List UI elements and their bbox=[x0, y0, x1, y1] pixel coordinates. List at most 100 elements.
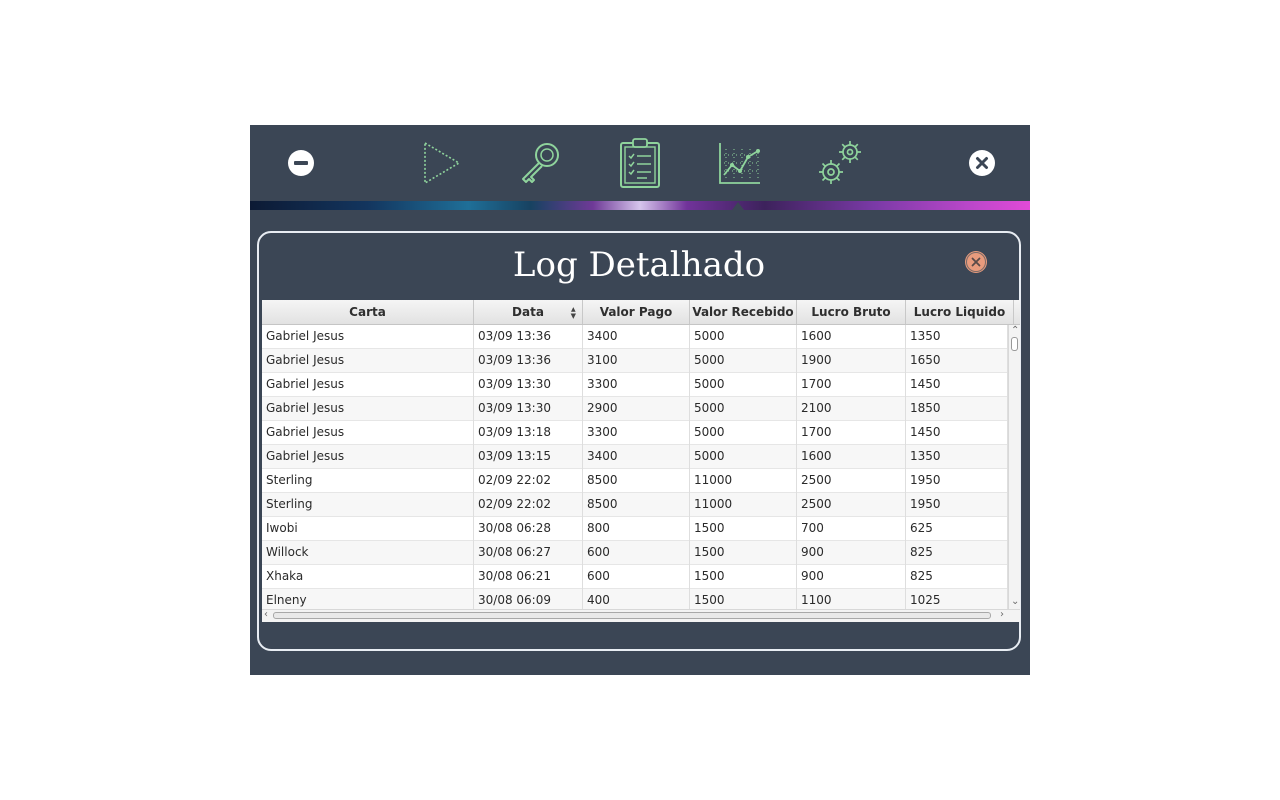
chart-icon bbox=[719, 143, 760, 184]
table-row[interactable]: Gabriel Jesus 03/09 13:30 2900 5000 2100 1850 bbox=[262, 397, 1008, 421]
minimize-button[interactable] bbox=[288, 150, 314, 176]
table-cell: Elneny bbox=[262, 589, 474, 609]
table-cell: 02/09 22:02 bbox=[474, 493, 583, 517]
table-row[interactable]: Gabriel Jesus 03/09 13:36 3400 5000 1600 1350 bbox=[262, 325, 1008, 349]
table-cell: Gabriel Jesus bbox=[262, 325, 474, 349]
table-cell: 900 bbox=[797, 541, 906, 565]
settings-button[interactable] bbox=[815, 137, 865, 189]
table-cell: 800 bbox=[583, 517, 690, 541]
table-row[interactable]: Gabriel Jesus 03/09 13:18 3300 5000 1700 1450 bbox=[262, 421, 1008, 445]
table-cell: 11000 bbox=[690, 493, 797, 517]
column-header[interactable]: Valor Pago bbox=[583, 300, 690, 324]
active-tab-indicator bbox=[732, 202, 744, 210]
table-row[interactable]: Willock 30/08 06:27 600 1500 900 825 bbox=[262, 541, 1008, 565]
table-cell: 30/08 06:21 bbox=[474, 565, 583, 589]
key-button[interactable] bbox=[515, 137, 565, 189]
table-row[interactable]: Iwobi 30/08 06:28 800 1500 700 625 bbox=[262, 517, 1008, 541]
scroll-up-icon[interactable]: ⌃ bbox=[1011, 326, 1019, 336]
table-cell: 30/08 06:27 bbox=[474, 541, 583, 565]
scroll-right-icon[interactable]: › bbox=[1000, 610, 1004, 620]
table-cell: Gabriel Jesus bbox=[262, 445, 474, 469]
table-cell: 8500 bbox=[583, 469, 690, 493]
table-cell: 1700 bbox=[797, 373, 906, 397]
column-header-label: Valor Pago bbox=[599, 305, 673, 319]
table-cell: 1450 bbox=[906, 421, 1008, 445]
table-cell: 600 bbox=[583, 541, 690, 565]
table-cell: 11000 bbox=[690, 469, 797, 493]
table-row[interactable]: Sterling 02/09 22:02 8500 11000 2500 1950 bbox=[262, 493, 1008, 517]
table-cell: 03/09 13:30 bbox=[474, 373, 583, 397]
table-cell: 03/09 13:15 bbox=[474, 445, 583, 469]
table-cell: 30/08 06:28 bbox=[474, 517, 583, 541]
table-header: Carta Data ▲ ▼ Valor Pago Valor Recebido Lucro… bbox=[262, 300, 1020, 325]
table-cell: 825 bbox=[906, 541, 1008, 565]
table-row[interactable]: Gabriel Jesus 03/09 13:15 3400 5000 1600 1350 bbox=[262, 445, 1008, 469]
log-table: Carta Data ▲ ▼ Valor Pago Valor Recebido Lucro… bbox=[262, 300, 1020, 622]
column-header[interactable]: Lucro Liquido bbox=[906, 300, 1014, 324]
scroll-left-icon[interactable]: ‹ bbox=[264, 610, 268, 620]
table-cell: 1950 bbox=[906, 469, 1008, 493]
table-cell: 5000 bbox=[690, 325, 797, 349]
table-cell: 825 bbox=[906, 565, 1008, 589]
column-header[interactable]: Valor Recebido bbox=[690, 300, 797, 324]
vertical-scrollbar[interactable]: ⌃ ⌄ bbox=[1008, 325, 1020, 609]
settings-gears-icon bbox=[819, 141, 861, 184]
stats-button[interactable] bbox=[715, 137, 765, 189]
table-cell: 1500 bbox=[690, 541, 797, 565]
horizontal-scrollbar[interactable]: ‹ › bbox=[262, 609, 1020, 622]
table-cell: 1500 bbox=[690, 565, 797, 589]
sort-icon: ▲ ▼ bbox=[570, 306, 576, 320]
table-row[interactable]: Xhaka 30/08 06:21 600 1500 900 825 bbox=[262, 565, 1008, 589]
table-row[interactable]: Gabriel Jesus 03/09 13:30 3300 5000 1700 1450 bbox=[262, 373, 1008, 397]
table-row[interactable]: Sterling 02/09 22:02 8500 11000 2500 1950 bbox=[262, 469, 1008, 493]
table-row[interactable]: Gabriel Jesus 03/09 13:36 3100 5000 1900 1650 bbox=[262, 349, 1008, 373]
log-button[interactable] bbox=[615, 137, 665, 189]
column-header[interactable]: Carta bbox=[262, 300, 474, 324]
table-cell: 3300 bbox=[583, 421, 690, 445]
table-cell: Xhaka bbox=[262, 565, 474, 589]
table-cell: 1500 bbox=[690, 517, 797, 541]
panel-title: Log Detalhado bbox=[512, 245, 766, 285]
table-cell: 3400 bbox=[583, 325, 690, 349]
app-window: Log Detalhado Carta Data ▲ ▼ Valor Pago Valor… bbox=[250, 125, 1030, 675]
table-cell: Gabriel Jesus bbox=[262, 349, 474, 373]
table-cell: 1850 bbox=[906, 397, 1008, 421]
table-cell: 1600 bbox=[797, 325, 906, 349]
toolbar bbox=[250, 125, 1030, 201]
table-cell: 5000 bbox=[690, 349, 797, 373]
table-body: Gabriel Jesus 03/09 13:36 3400 5000 1600 1350… bbox=[262, 325, 1008, 609]
play-button[interactable] bbox=[416, 137, 466, 189]
table-cell: 900 bbox=[797, 565, 906, 589]
table-cell: 3100 bbox=[583, 349, 690, 373]
close-icon bbox=[966, 252, 986, 272]
table-cell: 5000 bbox=[690, 421, 797, 445]
table-cell: 2100 bbox=[797, 397, 906, 421]
table-cell: Iwobi bbox=[262, 517, 474, 541]
table-cell: 5000 bbox=[690, 373, 797, 397]
table-cell: 2900 bbox=[583, 397, 690, 421]
close-icon bbox=[976, 157, 988, 169]
clipboard-log-icon bbox=[620, 138, 660, 188]
table-cell: 700 bbox=[797, 517, 906, 541]
log-panel: Log Detalhado Carta Data ▲ ▼ Valor Pago Valor… bbox=[257, 231, 1021, 651]
column-header[interactable]: Lucro Bruto bbox=[797, 300, 906, 324]
scroll-down-icon[interactable]: ⌄ bbox=[1011, 597, 1019, 607]
table-cell: 3300 bbox=[583, 373, 690, 397]
table-cell: 2500 bbox=[797, 493, 906, 517]
table-row[interactable]: Elneny 30/08 06:09 400 1500 1100 1025 bbox=[262, 589, 1008, 609]
table-cell: 400 bbox=[583, 589, 690, 609]
table-cell: 1350 bbox=[906, 445, 1008, 469]
vertical-scroll-thumb[interactable] bbox=[1011, 337, 1018, 351]
column-header-label: Valor Recebido bbox=[692, 305, 794, 319]
table-cell: 02/09 22:02 bbox=[474, 469, 583, 493]
close-button[interactable] bbox=[969, 150, 995, 176]
panel-close-button[interactable] bbox=[965, 251, 987, 273]
table-cell: 5000 bbox=[690, 397, 797, 421]
key-icon bbox=[522, 143, 559, 183]
minimize-icon bbox=[294, 161, 308, 165]
horizontal-scroll-thumb[interactable] bbox=[273, 612, 991, 619]
table-cell: Willock bbox=[262, 541, 474, 565]
column-header[interactable]: Data ▲ ▼ bbox=[474, 300, 583, 324]
column-header-label: Data bbox=[512, 305, 544, 319]
table-cell: 1350 bbox=[906, 325, 1008, 349]
